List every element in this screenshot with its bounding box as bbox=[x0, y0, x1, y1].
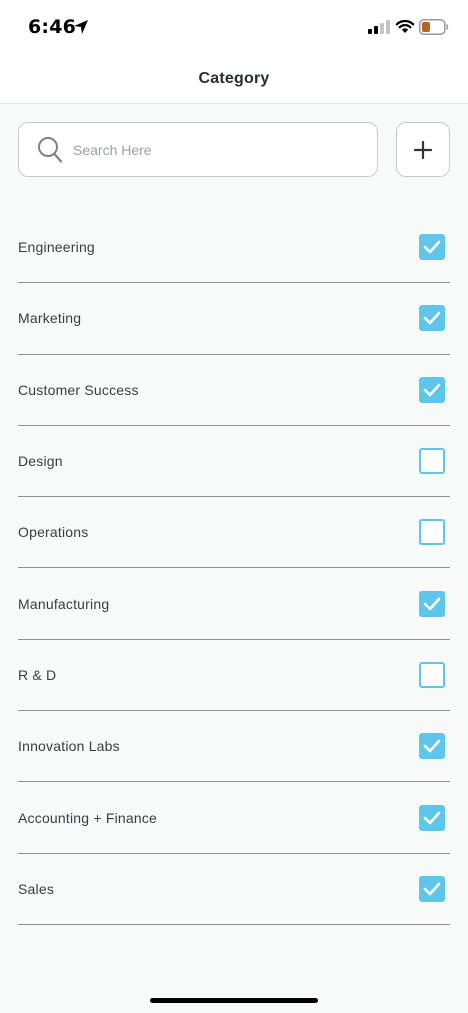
list-item[interactable]: Engineering bbox=[18, 212, 450, 284]
list-item[interactable]: R & D bbox=[18, 640, 450, 712]
location-arrow-icon bbox=[74, 20, 88, 34]
category-checkbox[interactable] bbox=[419, 733, 445, 760]
list-item[interactable]: Manufacturing bbox=[18, 568, 450, 640]
category-checkbox[interactable] bbox=[419, 376, 445, 403]
category-checkbox[interactable] bbox=[419, 234, 445, 261]
category-checkbox[interactable] bbox=[419, 519, 445, 546]
category-label: Customer Success bbox=[18, 381, 139, 398]
home-indicator bbox=[150, 998, 318, 1003]
checkmark-icon bbox=[423, 240, 441, 254]
category-label: Sales bbox=[18, 880, 55, 897]
list-item[interactable]: Sales bbox=[18, 854, 450, 925]
list-item[interactable]: Marketing bbox=[18, 283, 450, 355]
category-label: Operations bbox=[18, 524, 89, 541]
checkmark-icon bbox=[423, 597, 441, 610]
list-item[interactable]: Accounting + Finance bbox=[18, 782, 450, 854]
checkmark-icon bbox=[423, 383, 441, 397]
list-item[interactable]: Customer Success bbox=[18, 355, 450, 426]
category-checkbox[interactable] bbox=[419, 305, 445, 332]
search-box[interactable] bbox=[18, 122, 378, 177]
list-item[interactable]: Operations bbox=[18, 497, 450, 569]
cellular-signal-icon bbox=[368, 20, 390, 34]
search-icon bbox=[38, 137, 63, 163]
category-label: Manufacturing bbox=[18, 595, 110, 612]
category-label: Engineering bbox=[18, 239, 95, 256]
category-checkbox[interactable] bbox=[419, 590, 445, 617]
category-list: Engineering Marketing Customer Success D… bbox=[18, 212, 450, 925]
category-checkbox[interactable] bbox=[419, 661, 445, 688]
category-label: Design bbox=[18, 453, 63, 470]
status-time: 6:46 bbox=[28, 16, 77, 38]
category-label: Accounting + Finance bbox=[18, 809, 158, 826]
checkmark-icon bbox=[423, 811, 441, 824]
add-category-button[interactable] bbox=[396, 122, 450, 177]
wifi-icon bbox=[395, 19, 415, 33]
category-label: Marketing bbox=[18, 310, 82, 327]
category-label: R & D bbox=[18, 666, 57, 683]
category-checkbox[interactable] bbox=[419, 448, 445, 475]
page-title: Category bbox=[198, 69, 270, 87]
category-checkbox[interactable] bbox=[419, 804, 445, 831]
search-input[interactable] bbox=[73, 123, 363, 176]
checkmark-icon bbox=[423, 312, 441, 325]
plus-icon bbox=[414, 140, 432, 159]
list-item[interactable]: Design bbox=[18, 426, 450, 498]
navigation-bar: Category bbox=[0, 54, 468, 104]
status-bar: 6:46 bbox=[0, 0, 468, 54]
battery-icon bbox=[419, 19, 449, 35]
category-checkbox[interactable] bbox=[419, 875, 445, 902]
checkmark-icon bbox=[423, 739, 441, 753]
list-item[interactable]: Innovation Labs bbox=[18, 711, 450, 783]
category-label: Innovation Labs bbox=[18, 738, 120, 755]
checkmark-icon bbox=[423, 882, 441, 896]
